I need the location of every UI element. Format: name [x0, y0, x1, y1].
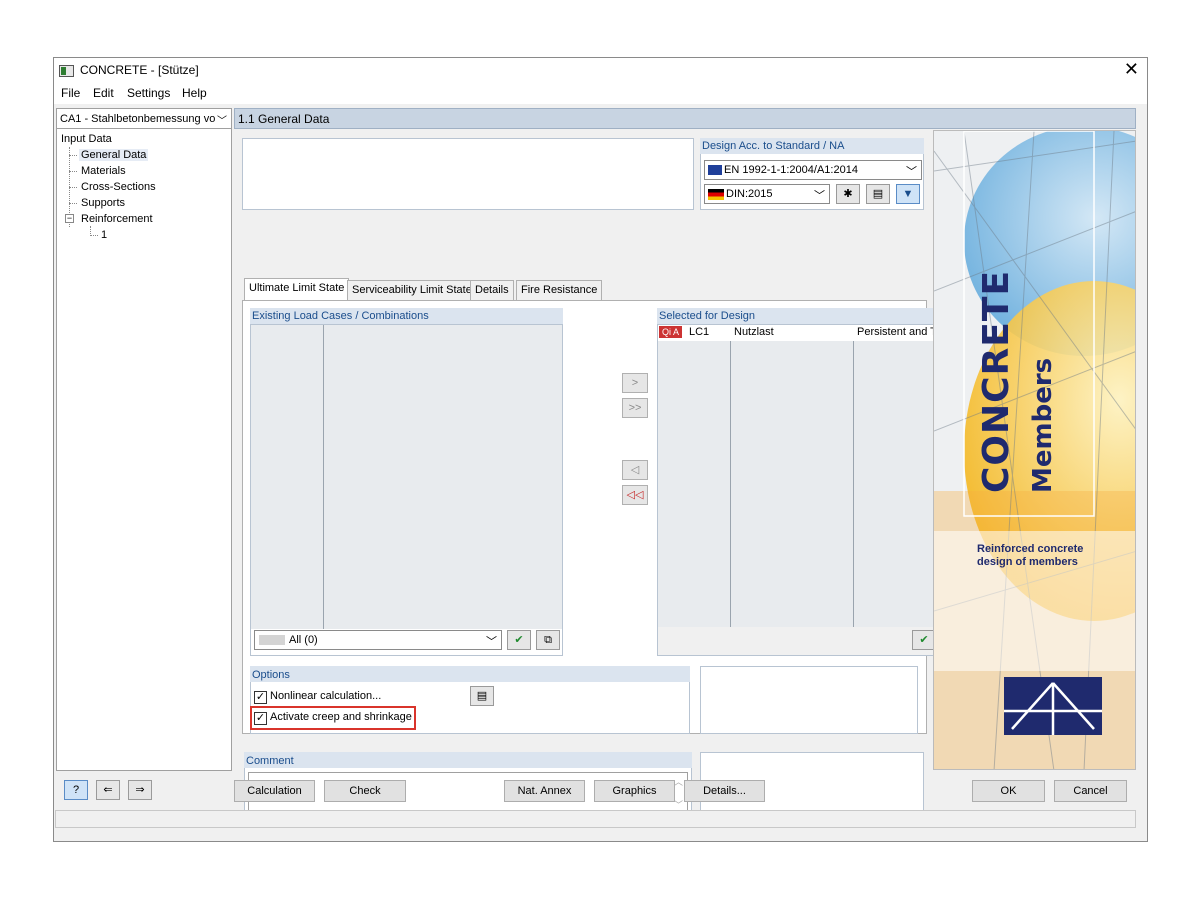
- tab-fire-resistance[interactable]: Fire Resistance: [516, 280, 603, 300]
- table-row[interactable]: Qi A LC1 Nutzlast Persistent and Transie: [658, 325, 969, 341]
- creep-shrinkage-checkbox[interactable]: ✓: [254, 712, 267, 725]
- selected-heading: Selected for Design: [659, 310, 755, 322]
- menu-edit[interactable]: Edit: [93, 86, 114, 100]
- ok-button[interactable]: OK: [972, 780, 1045, 802]
- graphics-button[interactable]: Graphics: [594, 780, 675, 802]
- concrete-window: CONCRETE - [Stütze] ✕ File Edit Settings…: [53, 57, 1148, 842]
- tree-branch: [69, 187, 77, 188]
- menu-bar: File Edit Settings Help: [54, 84, 1147, 104]
- navigation-panel: CA1 - Stahlbetonbemessung vo ﹀ Input Dat…: [56, 108, 232, 771]
- chevron-down-icon: ﹀: [906, 166, 917, 178]
- options-header-bg: [250, 666, 690, 682]
- calculation-button[interactable]: Calculation: [234, 780, 315, 802]
- column-divider: [323, 325, 324, 629]
- banner-title: CONCRETE: [976, 269, 1017, 493]
- tab-ultimate-limit-state[interactable]: Ultimate Limit State: [244, 278, 350, 300]
- comment-heading: Comment: [246, 755, 294, 767]
- status-bar: [55, 810, 1136, 828]
- selected-list[interactable]: Qi A LC1 Nutzlast Persistent and Transie: [657, 324, 970, 656]
- tree-item-general-data[interactable]: General Data: [79, 149, 149, 161]
- banner-description-line2: design of members: [977, 556, 1078, 568]
- options-info-box: [700, 666, 918, 734]
- close-icon[interactable]: ✕: [1124, 59, 1139, 80]
- tree-branch: [69, 203, 77, 204]
- select-all-icon[interactable]: ✔: [507, 630, 531, 650]
- nonlinear-checkbox[interactable]: ✓: [254, 691, 267, 704]
- copy-icon[interactable]: ⧉: [536, 630, 560, 650]
- germany-flag-icon: [708, 189, 724, 200]
- menu-settings[interactable]: Settings: [127, 86, 170, 100]
- case-selector[interactable]: CA1 - Stahlbetonbemessung vo ﹀: [57, 109, 231, 129]
- help-icon[interactable]: ?: [64, 780, 88, 800]
- creep-shrinkage-label: Activate creep and shrinkage: [270, 711, 412, 723]
- national-annex-value: DIN:2015: [726, 188, 773, 200]
- filter-dropdown[interactable]: All (0) ﹀: [254, 630, 502, 650]
- new-annex-button[interactable]: ✱: [836, 184, 860, 204]
- app-icon: [59, 65, 74, 77]
- check-button[interactable]: Check: [324, 780, 406, 802]
- chevron-down-icon: ﹀: [486, 636, 497, 648]
- tree-branch: [69, 171, 77, 172]
- section-title: 1.1 General Data: [238, 112, 330, 126]
- comment-header-bg: [244, 752, 692, 768]
- tree-item-reinforcement-1[interactable]: 1: [101, 229, 107, 241]
- collapse-icon[interactable]: −: [65, 214, 74, 223]
- column-divider: [853, 325, 854, 627]
- tab-details[interactable]: Details: [470, 280, 514, 300]
- nat-annex-button[interactable]: Nat. Annex: [504, 780, 585, 802]
- existing-list[interactable]: [250, 324, 563, 656]
- tree-root[interactable]: Input Data: [61, 133, 112, 145]
- standard-dropdown[interactable]: EN 1992-1-1:2004/A1:2014 ﹀: [704, 160, 922, 180]
- remove-all-button[interactable]: ◁◁: [622, 485, 648, 505]
- banner-subtitle: Members: [1028, 357, 1058, 493]
- existing-heading: Existing Load Cases / Combinations: [252, 310, 429, 322]
- add-button[interactable]: >: [622, 373, 648, 393]
- eu-flag-icon: [708, 165, 722, 175]
- standard-value: EN 1992-1-1:2004/A1:2014: [724, 164, 858, 176]
- window-title: CONCRETE - [Stütze]: [80, 63, 199, 77]
- nonlinear-settings-button[interactable]: ▤: [470, 686, 494, 706]
- menu-help[interactable]: Help: [182, 86, 207, 100]
- next-icon[interactable]: ⇒: [128, 780, 152, 800]
- cancel-button[interactable]: Cancel: [1054, 780, 1127, 802]
- tab-serviceability-limit-state[interactable]: Serviceability Limit State: [347, 280, 477, 300]
- menu-file[interactable]: File: [61, 86, 80, 100]
- column-divider: [730, 325, 731, 627]
- color-swatch: [259, 635, 285, 645]
- filter-value: All (0): [289, 634, 318, 646]
- design-standard-heading: Design Acc. to Standard / NA: [702, 140, 845, 152]
- remove-button[interactable]: ◁: [622, 460, 648, 480]
- nonlinear-label: Nonlinear calculation...: [270, 690, 382, 702]
- scroll-up-icon[interactable]: ︿: [674, 775, 683, 788]
- chevron-down-icon: ﹀: [217, 116, 227, 127]
- load-case-id: LC1: [689, 326, 710, 338]
- options-heading: Options: [252, 669, 290, 681]
- filter-icon[interactable]: ▼: [896, 184, 920, 204]
- load-case-name: Nutzlast: [734, 326, 774, 338]
- case-selector-value: CA1 - Stahlbetonbemessung vo: [60, 113, 216, 125]
- title-bar: CONCRETE - [Stütze] ✕: [54, 58, 1147, 84]
- tree-item-supports[interactable]: Supports: [81, 197, 125, 209]
- edit-annex-button[interactable]: ▤: [866, 184, 890, 204]
- main-area: Design Acc. to Standard / NA EN 1992-1-1…: [234, 130, 970, 816]
- load-badge: Qi A: [659, 326, 683, 338]
- previous-icon[interactable]: ⇐: [96, 780, 120, 800]
- banner-description-line1: Reinforced concrete: [977, 543, 1084, 555]
- national-annex-dropdown[interactable]: DIN:2015 ﹀: [704, 184, 830, 204]
- add-all-button[interactable]: >>: [622, 398, 648, 418]
- tree-item-materials[interactable]: Materials: [81, 165, 126, 177]
- tree-branch: [69, 155, 77, 156]
- product-banner: CONCRETE Members Reinforced concrete des…: [933, 130, 1136, 770]
- chevron-down-icon: ﹀: [814, 190, 825, 202]
- tree-branch: [90, 235, 98, 236]
- section-header: 1.1 General Data: [234, 108, 1136, 129]
- info-box: [242, 138, 694, 210]
- tree-item-cross-sections[interactable]: Cross-Sections: [81, 181, 156, 193]
- tree-item-reinforcement[interactable]: Reinforcement: [81, 213, 153, 225]
- details-button[interactable]: Details...: [684, 780, 765, 802]
